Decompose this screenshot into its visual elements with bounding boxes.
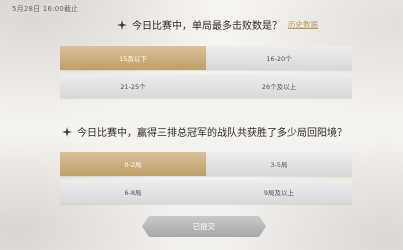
sparkle-icon [62,126,72,137]
sparkle-icon [117,19,127,30]
q1-option-4[interactable]: 26个及以上 [206,74,352,98]
history-data-link[interactable]: 历史数据 [288,19,318,30]
q2-option-2[interactable]: 3-5局 [206,152,352,176]
question-1-text: 今日比赛中，单局最多击败数是？ [132,21,282,32]
q1-option-1[interactable]: 15及以下 [60,46,206,70]
question-2: 今日比赛中，赢得三排总冠军的战队共获胜了多少局回阳境？ [62,124,362,139]
q1-option-2[interactable]: 16-20个 [206,46,352,70]
q2-option-4[interactable]: 9局及以上 [206,180,352,204]
q2-option-3[interactable]: 6-8局 [60,180,206,204]
q1-option-3[interactable]: 21-25个 [60,74,206,98]
deadline-label: 5月28日 16:00截止 [12,5,79,13]
q2-option-1[interactable]: 0-2局 [60,152,206,176]
question-1: 今日比赛中，单局最多击败数是？ 历史数据 [117,17,403,32]
submit-button[interactable]: 已提交 [142,216,266,237]
question-2-text: 今日比赛中，赢得三排总冠军的战队共获胜了多少局回阳境？ [77,128,347,139]
